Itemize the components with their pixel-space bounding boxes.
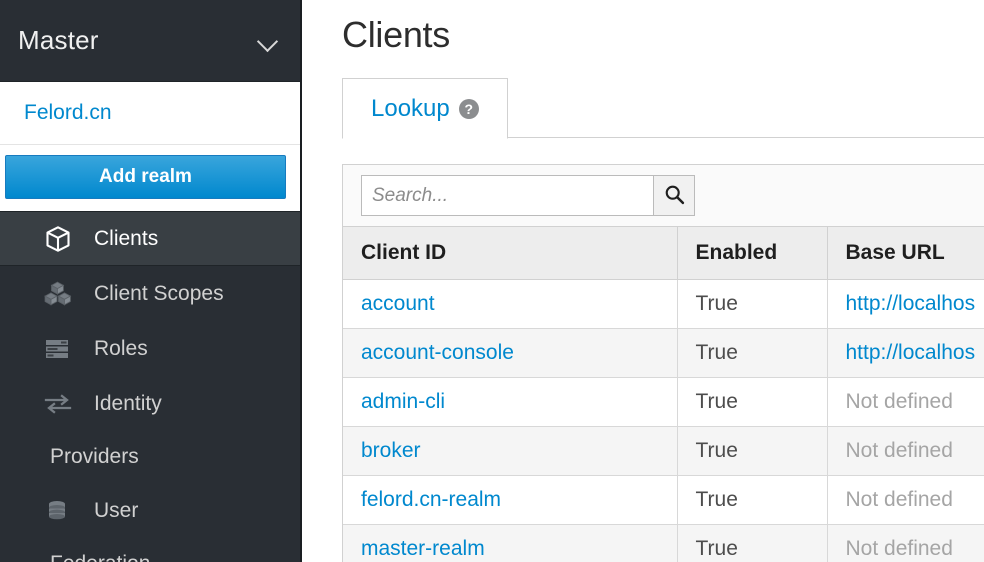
cell-enabled: True: [677, 427, 827, 476]
sidebar: Master Felord.cn Add realm Clients: [0, 0, 302, 562]
sidebar-item-identity-providers-line2[interactable]: Providers: [0, 431, 300, 483]
cell-client-id: account-console: [343, 329, 677, 378]
client-id-link[interactable]: felord.cn-realm: [361, 488, 501, 511]
keycloak-admin-console: Master Felord.cn Add realm Clients: [0, 0, 984, 562]
sidebar-item-label: User: [94, 499, 138, 523]
cell-enabled: True: [677, 280, 827, 329]
cell-enabled: True: [677, 378, 827, 427]
tab-bar: Lookup ?: [342, 78, 984, 138]
realm-dropdown-panel: Felord.cn Add realm: [0, 82, 302, 211]
search-group: [361, 175, 695, 216]
add-realm-button[interactable]: Add realm: [5, 155, 286, 199]
search-input[interactable]: [361, 175, 653, 216]
base-url-not-defined: Not defined: [846, 537, 953, 560]
cell-base-url: Not defined: [827, 378, 984, 427]
chevron-down-icon[interactable]: [258, 31, 278, 51]
cell-client-id: master-realm: [343, 525, 677, 562]
cell-base-url: Not defined: [827, 525, 984, 562]
base-url-not-defined: Not defined: [846, 390, 953, 413]
column-header-enabled[interactable]: Enabled: [677, 227, 827, 280]
client-id-link[interactable]: admin-cli: [361, 390, 445, 413]
sidebar-item-roles[interactable]: Roles: [0, 321, 300, 376]
table-row: master-realm True Not defined: [343, 525, 984, 562]
sidebar-item-clients[interactable]: Clients: [0, 211, 300, 266]
search-button[interactable]: [653, 175, 695, 216]
cell-enabled: True: [677, 476, 827, 525]
cell-client-id: felord.cn-realm: [343, 476, 677, 525]
base-url-not-defined: Not defined: [846, 488, 953, 511]
sidebar-item-label: Client Scopes: [94, 282, 224, 306]
base-url-link[interactable]: http://localhos: [846, 341, 976, 364]
list-icon: [44, 334, 76, 364]
clients-table-panel: Client ID Enabled Base URL accountTrueht…: [342, 164, 984, 562]
cubes-icon: [44, 279, 76, 309]
database-icon: [44, 496, 76, 526]
cell-enabled: True: [677, 525, 827, 562]
add-realm-wrapper: Add realm: [0, 145, 302, 211]
page-title: Clients: [302, 0, 984, 56]
sidebar-item-label: Roles: [94, 337, 148, 361]
realm-selector-label: Master: [18, 25, 99, 56]
cell-client-id: broker: [343, 427, 677, 476]
cell-enabled: True: [677, 329, 827, 378]
cell-base-url: Not defined: [827, 427, 984, 476]
realm-selector[interactable]: Master: [0, 0, 300, 82]
base-url-not-defined: Not defined: [846, 439, 953, 462]
base-url-link[interactable]: http://localhos: [846, 292, 976, 315]
cell-base-url: http://localhos: [827, 280, 984, 329]
tab-lookup-label: Lookup: [371, 95, 450, 123]
column-header-base-url[interactable]: Base URL: [827, 227, 984, 280]
sidebar-item-identity-providers[interactable]: Identity: [0, 376, 300, 431]
table-row: account True http://localhos: [343, 280, 984, 329]
table-row: admin-cli True Not defined: [343, 378, 984, 427]
exchange-arrows-icon: [44, 389, 76, 419]
sidebar-item-client-scopes[interactable]: Client Scopes: [0, 266, 300, 321]
clients-table-head: Client ID Enabled Base URL: [343, 227, 984, 280]
table-row: broker True Not defined: [343, 427, 984, 476]
search-toolbar: [343, 165, 984, 227]
sidebar-item-user-federation-line2[interactable]: Federation: [0, 538, 300, 562]
cell-client-id: admin-cli: [343, 378, 677, 427]
client-id-link[interactable]: broker: [361, 439, 421, 462]
cube-icon: [44, 224, 76, 254]
cell-base-url: Not defined: [827, 476, 984, 525]
table-row: felord.cn-realm True Not defined: [343, 476, 984, 525]
column-header-client-id[interactable]: Client ID: [343, 227, 677, 280]
sidebar-item-user-federation[interactable]: User: [0, 483, 300, 538]
search-icon: [664, 184, 685, 208]
client-id-link[interactable]: account-console: [361, 341, 514, 364]
table-row: account-console True http://localhos: [343, 329, 984, 378]
clients-table-body: accountTruehttp://localhosaccount-consol…: [343, 280, 984, 562]
clients-table: Client ID Enabled Base URL accountTrueht…: [343, 227, 984, 562]
realm-dropdown-item-felord[interactable]: Felord.cn: [0, 82, 302, 145]
table-header-row: Client ID Enabled Base URL: [343, 227, 984, 280]
client-id-link[interactable]: account: [361, 292, 435, 315]
cell-base-url: http://localhos: [827, 329, 984, 378]
sidebar-item-label: Identity: [94, 392, 162, 416]
help-icon[interactable]: ?: [459, 99, 479, 119]
sidebar-nav: Clients: [0, 211, 300, 562]
cell-client-id: account: [343, 280, 677, 329]
sidebar-item-label: Clients: [94, 227, 158, 251]
client-id-link[interactable]: master-realm: [361, 537, 485, 560]
main-content: Clients Lookup ?: [302, 0, 984, 562]
tab-lookup[interactable]: Lookup ?: [342, 78, 508, 139]
